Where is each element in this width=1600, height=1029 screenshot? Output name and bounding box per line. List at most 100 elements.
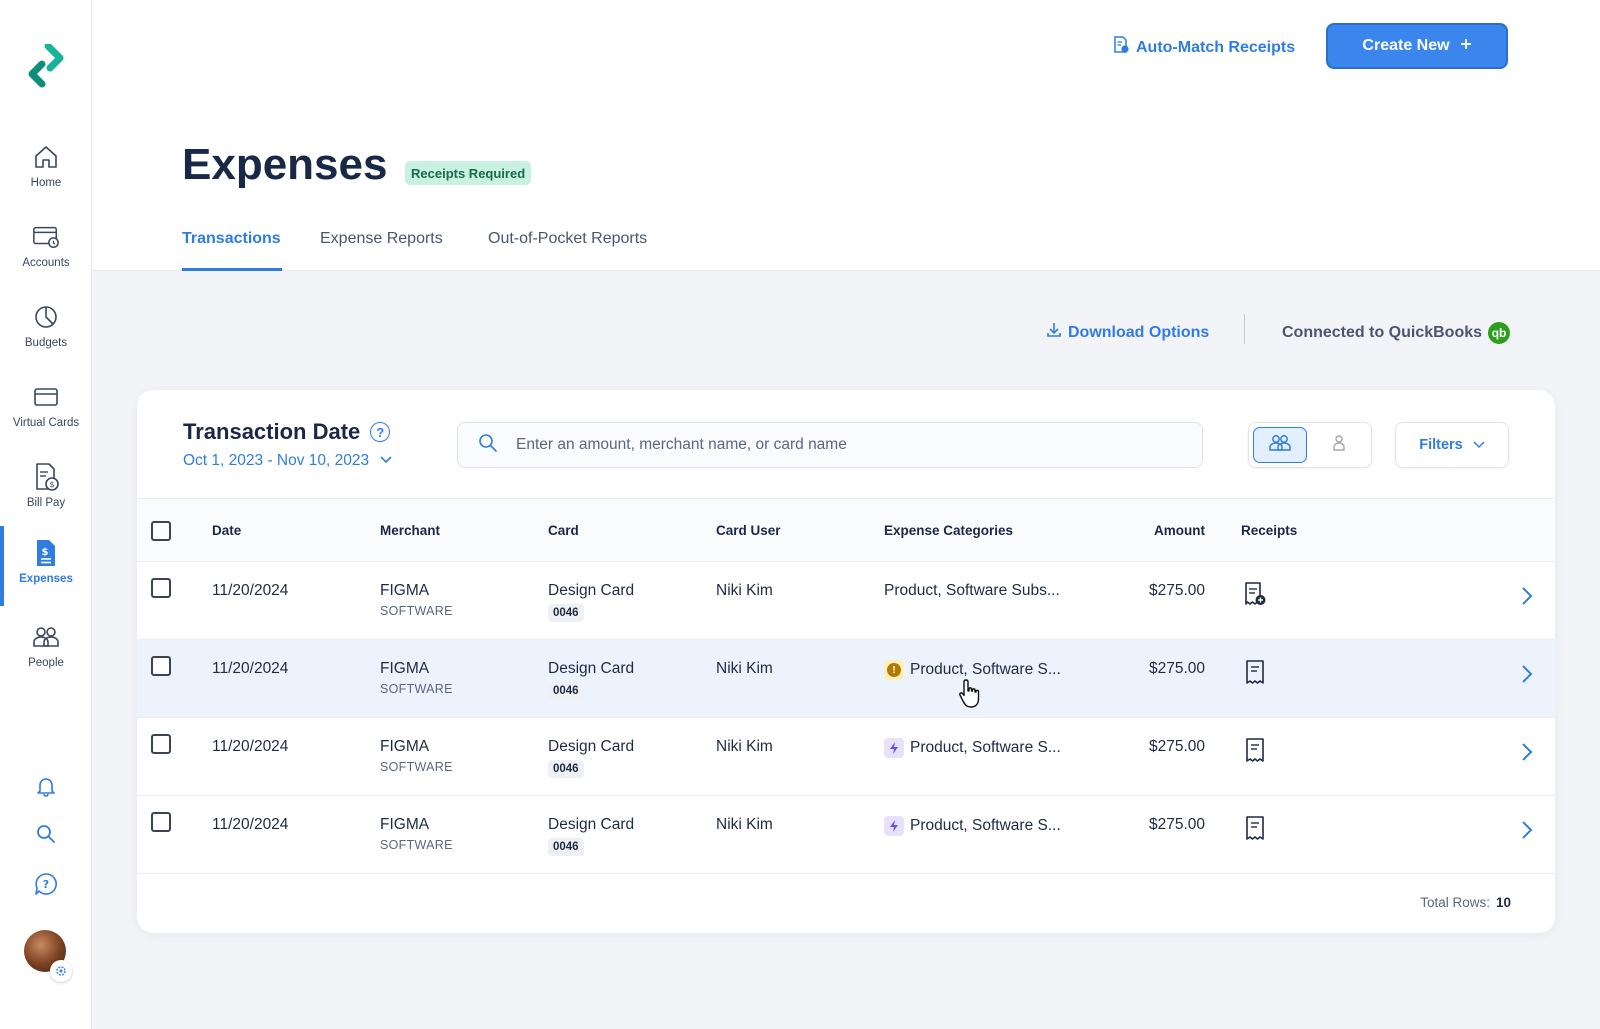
total-rows-value: 10 <box>1495 895 1511 910</box>
row-checkbox[interactable] <box>151 734 171 754</box>
download-options-link[interactable]: Download Options <box>1046 322 1209 343</box>
quickbooks-connection-label: Connected to QuickBooks <box>1282 324 1483 341</box>
download-icon <box>1046 322 1062 343</box>
help-button[interactable]: ? <box>30 870 62 902</box>
warning-icon: ! <box>884 660 904 680</box>
chevron-down-icon <box>379 452 393 470</box>
receipt-icon[interactable] <box>1243 738 1267 764</box>
chevron-right-icon[interactable] <box>1517 818 1537 842</box>
select-all-checkbox[interactable] <box>151 521 171 541</box>
brand-logo-icon[interactable] <box>28 42 64 88</box>
row-date: 11/20/2024 <box>212 816 289 833</box>
quickbooks-connection-status: Connected to QuickBooks qb <box>1282 322 1511 344</box>
row-expense-category[interactable]: Product, Software Subs... <box>884 582 1060 600</box>
column-header-receipts[interactable]: Receipts <box>1241 523 1297 538</box>
search-icon <box>35 823 57 850</box>
row-card-last4: 0046 <box>548 760 584 778</box>
transaction-date-title: Transaction Date <box>183 419 361 444</box>
row-amount: $275.00 <box>1148 738 1205 755</box>
settings-gear-icon[interactable] <box>50 960 72 982</box>
sidebar-item-home[interactable]: Home <box>0 130 92 202</box>
sidebar-item-label: Budgets <box>24 337 68 349</box>
credit-card-icon <box>32 383 60 411</box>
chevron-right-icon[interactable] <box>1517 584 1537 608</box>
filters-button[interactable]: Filters <box>1395 422 1509 468</box>
create-new-button[interactable]: Create New <box>1326 23 1508 69</box>
row-merchant: FIGMA <box>380 738 430 755</box>
row-checkbox[interactable] <box>151 812 171 832</box>
tab-expense-reports[interactable]: Expense Reports <box>320 230 443 248</box>
category-label: Product, Software S... <box>910 661 1061 678</box>
active-tab-indicator <box>182 268 282 271</box>
global-search-button[interactable] <box>30 820 62 852</box>
column-header-expense-categories[interactable]: Expense Categories <box>884 523 1013 538</box>
column-header-merchant[interactable]: Merchant <box>380 523 440 538</box>
row-expense-category[interactable]: Product, Software S... <box>884 738 1061 758</box>
search-bar <box>457 422 1203 468</box>
row-expense-category[interactable]: ! Product, Software S... <box>884 660 1061 680</box>
row-merchant-type: SOFTWARE <box>380 838 453 852</box>
help-circle-icon[interactable]: ? <box>370 422 391 442</box>
row-checkbox[interactable] <box>151 578 171 598</box>
table-row[interactable]: 11/20/2024 FIGMA SOFTWARE Design Card 00… <box>137 796 1555 874</box>
tab-transactions[interactable]: Transactions <box>182 230 281 248</box>
sidebar-item-virtual-cards[interactable]: Virtual Cards <box>0 370 92 442</box>
sidebar-item-label: People <box>28 657 64 669</box>
table-row[interactable]: 11/20/2024 FIGMA SOFTWARE Design Card 00… <box>137 718 1555 796</box>
receipt-icon[interactable] <box>1243 660 1267 686</box>
people-icon <box>32 623 60 651</box>
row-card-user: Niki Kim <box>716 660 773 677</box>
auto-match-label: Auto-Match Receipts <box>1136 38 1296 56</box>
single-user-view-button[interactable] <box>1311 427 1367 463</box>
row-card-user: Niki Kim <box>716 738 773 755</box>
search-input[interactable] <box>516 436 1156 454</box>
category-label: Product, Software Subs... <box>884 582 1060 599</box>
download-options-label: Download Options <box>1068 323 1210 341</box>
row-expense-category[interactable]: Product, Software S... <box>884 816 1061 836</box>
table-header: Date Merchant Card Card User Expense Cat… <box>137 498 1555 562</box>
notifications-button[interactable] <box>30 772 62 804</box>
row-date: 11/20/2024 <box>212 582 289 599</box>
row-card: Design Card <box>548 816 635 833</box>
tab-out-of-pocket-reports[interactable]: Out-of-Pocket Reports <box>488 230 647 248</box>
people-icon <box>1269 434 1291 457</box>
filters-label: Filters <box>1419 437 1463 453</box>
page-title: Expenses <box>182 140 388 189</box>
sidebar-item-label: Accounts <box>22 257 70 269</box>
auto-match-receipts-link[interactable]: Auto-Match Receipts <box>1112 36 1295 59</box>
sidebar-item-label: Expenses <box>19 573 73 585</box>
sidebar-item-people[interactable]: People <box>0 610 92 682</box>
all-users-view-button[interactable] <box>1253 427 1307 463</box>
row-card-user: Niki Kim <box>716 582 773 599</box>
column-header-date[interactable]: Date <box>212 523 241 538</box>
column-header-card[interactable]: Card <box>548 523 579 538</box>
total-rows: Total Rows: 10 <box>1420 895 1511 910</box>
bill-icon: $ <box>32 463 60 491</box>
chevron-right-icon[interactable] <box>1517 662 1537 686</box>
row-merchant: FIGMA <box>380 660 430 677</box>
svg-text:$: $ <box>42 547 49 558</box>
receipt-add-icon[interactable] <box>1243 582 1267 608</box>
table-row[interactable]: 11/20/2024 FIGMA SOFTWARE Design Card 00… <box>137 562 1555 640</box>
sidebar-item-expenses[interactable]: $ Expenses <box>0 526 92 606</box>
row-card-last4: 0046 <box>548 604 584 622</box>
sidebar-item-label: Virtual Cards <box>12 417 80 429</box>
row-card: Design Card <box>548 660 635 677</box>
expense-document-icon: $ <box>32 539 60 567</box>
sidebar-item-bill-pay[interactable]: $ Bill Pay <box>0 450 92 522</box>
receipt-icon[interactable] <box>1243 816 1267 842</box>
table-row[interactable]: 11/20/2024 FIGMA SOFTWARE Design Card 00… <box>137 640 1555 718</box>
sidebar-item-accounts[interactable]: Accounts <box>0 210 92 282</box>
person-icon <box>1332 434 1346 457</box>
chevron-right-icon[interactable] <box>1517 740 1537 764</box>
svg-text:$: $ <box>49 480 54 489</box>
help-chat-icon: ? <box>34 872 58 901</box>
row-checkbox[interactable] <box>151 656 171 676</box>
row-merchant: FIGMA <box>380 582 430 599</box>
transactions-card: Transaction Date ? Oct 1, 2023 - Nov 10,… <box>137 390 1555 933</box>
date-range-dropdown[interactable]: Oct 1, 2023 - Nov 10, 2023 <box>183 452 393 470</box>
sidebar-item-budgets[interactable]: Budgets <box>0 290 92 362</box>
column-header-card-user[interactable]: Card User <box>716 523 781 538</box>
column-header-amount[interactable]: Amount <box>1154 523 1205 538</box>
row-card-last4: 0046 <box>548 682 584 700</box>
